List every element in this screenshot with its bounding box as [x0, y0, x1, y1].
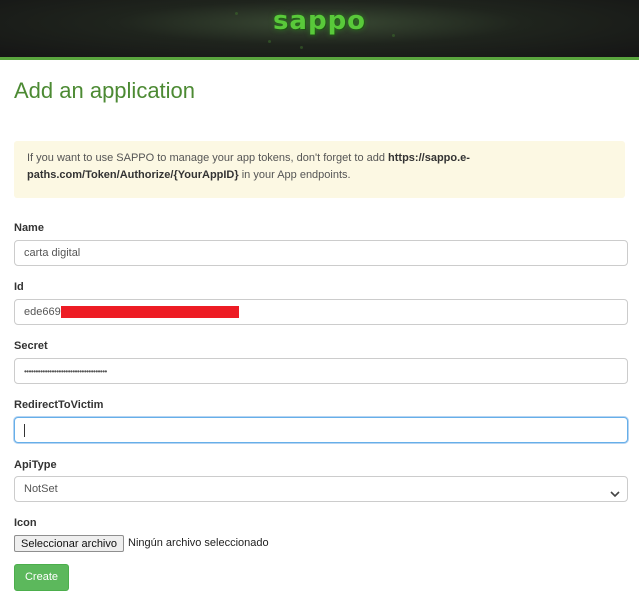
redirect-field[interactable] [14, 417, 628, 443]
redirect-label: RedirectToVictim [14, 399, 104, 411]
header-texture [300, 46, 303, 49]
logo[interactable]: sappo [0, 6, 639, 36]
redaction-mark [60, 306, 239, 319]
header-texture [268, 40, 271, 43]
name-label: Name [14, 222, 44, 234]
text-cursor [24, 423, 25, 437]
secret-field[interactable]: •••••••••••••••••••••••••••••••••••• [14, 358, 628, 384]
name-value: carta digital [24, 247, 81, 259]
notice-text-end: in your App endpoints. [238, 169, 351, 181]
file-status: Ningún archivo seleccionado [128, 537, 269, 549]
apitype-label: ApiType [14, 459, 57, 471]
apitype-selected: NotSet [24, 483, 58, 495]
create-button[interactable]: Create [14, 564, 69, 591]
name-field[interactable]: carta digital [14, 240, 628, 266]
notice-text: If you want to use SAPPO to manage your … [27, 152, 389, 164]
page-title: Add an application [14, 78, 196, 103]
id-value: ede669 [24, 306, 61, 318]
id-label: Id [14, 281, 24, 293]
chevron-down-icon [610, 483, 620, 507]
secret-value: •••••••••••••••••••••••••••••••••••• [24, 367, 107, 376]
secret-label: Secret [14, 340, 48, 352]
id-field[interactable]: ede669 [14, 299, 628, 325]
site-header: sappo [0, 0, 639, 57]
apitype-select[interactable]: NotSet [14, 476, 628, 502]
choose-file-button[interactable]: Seleccionar archivo [14, 535, 124, 552]
header-divider [0, 57, 639, 60]
icon-label: Icon [14, 517, 37, 529]
info-notice: If you want to use SAPPO to manage your … [14, 141, 625, 198]
